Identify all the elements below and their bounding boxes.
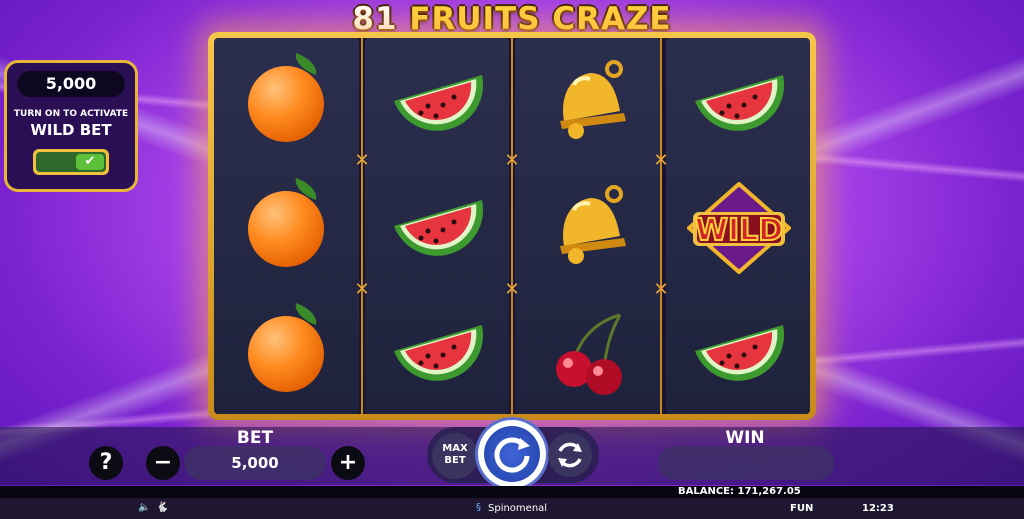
wild-bet-title: WILD BET xyxy=(30,121,112,139)
footer-bar: 🔈 🐇 § Spinomenal FUN 12:23 xyxy=(0,498,1024,519)
toggle-track: ✔ xyxy=(36,152,106,172)
wild-icon: WILD xyxy=(683,176,793,276)
balance-text: BALANCE: 171,267.05 xyxy=(678,486,801,497)
reel-divider xyxy=(660,38,662,414)
wild-label: WILD xyxy=(695,213,783,248)
reel-4: WILD xyxy=(665,38,810,414)
reel-frame: WILD ✕ ✕ ✕ ✕ ✕ ✕ xyxy=(208,32,816,420)
wild-bet-instruction: TURN ON TO ACTIVATE xyxy=(13,109,129,119)
cherry-icon xyxy=(532,301,642,401)
spin-button[interactable] xyxy=(478,420,546,488)
payline-marker-icon: ✕ xyxy=(504,150,520,171)
payline-marker-icon: ✕ xyxy=(354,150,370,171)
turbo-icon[interactable]: 🐇 xyxy=(156,502,168,513)
watermelon-icon xyxy=(382,301,492,401)
clock: 12:23 xyxy=(862,503,894,514)
increase-bet-button[interactable]: + xyxy=(331,446,365,480)
bet-label: BET xyxy=(236,428,274,448)
sound-icon[interactable]: 🔈 xyxy=(138,502,150,513)
orange-icon xyxy=(231,301,341,401)
help-button[interactable]: ? xyxy=(89,446,123,480)
reel-2 xyxy=(364,38,509,414)
watermelon-icon xyxy=(382,51,492,151)
status-bar: BALANCE: 171,267.05 xyxy=(0,486,1024,498)
autoplay-button[interactable] xyxy=(548,433,592,477)
decrease-bet-button[interactable]: − xyxy=(146,446,180,480)
mode-label: FUN xyxy=(790,503,814,514)
autoplay-icon xyxy=(558,442,582,468)
wild-bet-amount: 5,000 xyxy=(17,71,125,97)
payline-marker-icon: ✕ xyxy=(653,150,669,171)
brand-name: Spinomenal xyxy=(488,503,548,514)
win-value xyxy=(658,446,834,480)
watermelon-icon xyxy=(382,176,492,276)
reel-divider xyxy=(361,38,363,414)
bell-icon xyxy=(532,51,642,151)
bet-value: 5,000 xyxy=(184,446,326,480)
watermelon-icon xyxy=(683,51,793,151)
payline-marker-icon: ✕ xyxy=(354,279,370,300)
check-icon: ✔ xyxy=(76,154,104,170)
spinomenal-logo-icon: § xyxy=(476,502,481,513)
payline-marker-icon: ✕ xyxy=(504,279,520,300)
max-bet-button[interactable]: MAX BET xyxy=(432,433,478,479)
watermelon-icon xyxy=(683,301,793,401)
orange-icon xyxy=(231,51,341,151)
payline-marker-icon: ✕ xyxy=(653,279,669,300)
bell-icon xyxy=(532,176,642,276)
wild-bet-panel: 5,000 TURN ON TO ACTIVATE WILD BET ✔ xyxy=(4,60,138,192)
reel-3 xyxy=(515,38,660,414)
reel-divider xyxy=(511,38,513,414)
orange-icon xyxy=(231,176,341,276)
spin-icon xyxy=(484,426,540,482)
reel-1 xyxy=(214,38,359,414)
wild-bet-toggle[interactable]: ✔ xyxy=(33,149,109,175)
win-label: WIN xyxy=(725,428,765,448)
